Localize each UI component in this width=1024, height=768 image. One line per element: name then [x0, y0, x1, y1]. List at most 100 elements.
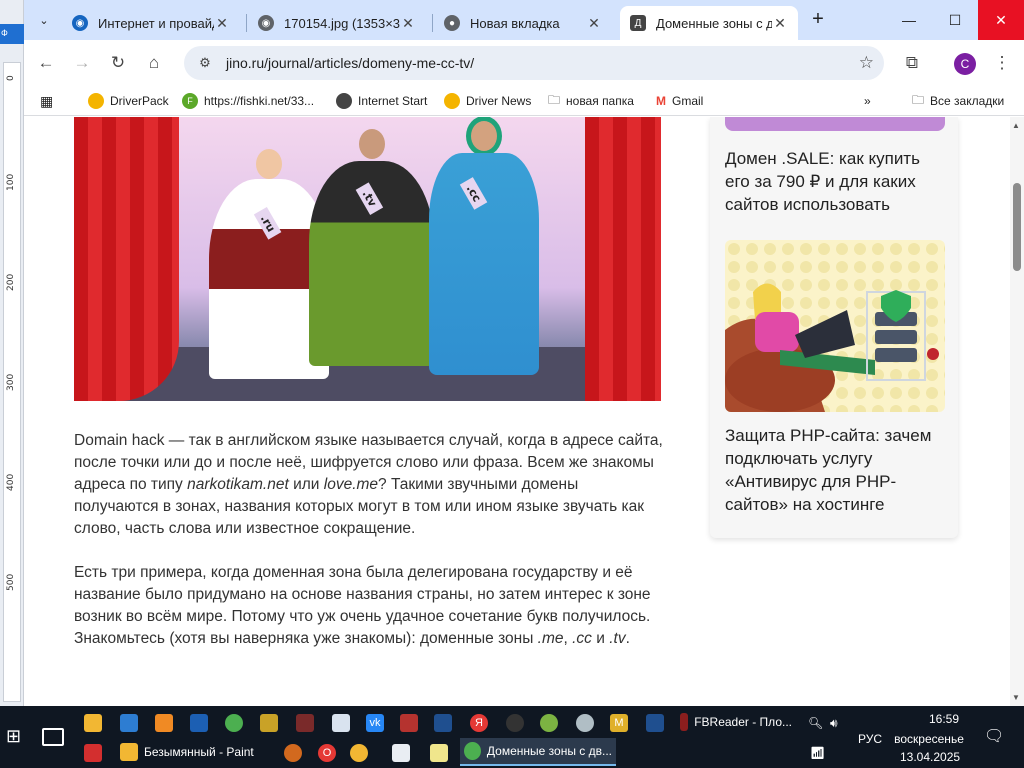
app-icon[interactable] — [392, 744, 410, 762]
ruler-mark: 0 — [6, 75, 16, 81]
tab-separator — [432, 14, 433, 32]
network-icon[interactable]: 📶︎ — [810, 746, 825, 760]
bookmarks-overflow-button[interactable]: » — [864, 91, 871, 111]
close-icon[interactable]: ✕ — [586, 15, 602, 32]
taskbar-app[interactable]: Безымянный - Paint — [116, 738, 266, 766]
bookmark-label: новая папка — [566, 94, 634, 108]
profile-avatar[interactable]: С — [954, 53, 976, 75]
domain-example: love.me — [323, 476, 379, 493]
close-window-button[interactable]: ✕ — [978, 0, 1024, 40]
clock-time[interactable]: 16:59 — [914, 712, 974, 726]
tab-search-button[interactable]: ⌄ — [32, 8, 56, 32]
bookmark-folder[interactable]: 🗀 новая папка — [548, 91, 634, 111]
all-bookmarks-folder[interactable]: 🗀 Все закладки — [912, 91, 1004, 111]
page-scrollbar[interactable]: ▲ ▼ — [1010, 117, 1024, 706]
maximize-button[interactable]: ☐ — [932, 0, 978, 40]
paint-file-tab[interactable]: Ф — [0, 24, 24, 44]
vk-icon[interactable]: vk — [366, 714, 384, 732]
language-indicator[interactable]: РУС — [858, 732, 882, 746]
scroll-up-icon[interactable]: ▲ — [1012, 121, 1020, 130]
opera-icon[interactable]: O — [318, 744, 336, 762]
app-icon[interactable] — [260, 714, 278, 732]
notepad-icon[interactable] — [430, 744, 448, 762]
close-icon[interactable]: ✕ — [214, 15, 230, 32]
figure-tv: .tv — [309, 121, 434, 381]
related-articles-sidebar: Домен .SALE: как купить его за 790 ₽ и д… — [710, 117, 958, 538]
site-info-icon[interactable]: ⚙ — [192, 55, 218, 71]
chrome-icon — [464, 742, 481, 760]
bookmark-item[interactable]: M Gmail — [656, 91, 703, 111]
tab-image[interactable]: ◉ 170154.jpg (1353×32 ✕ — [248, 6, 426, 40]
close-icon[interactable]: ✕ — [400, 15, 416, 32]
extensions-button[interactable]: ⧉ — [898, 49, 926, 77]
taskbar-app-active[interactable]: Доменные зоны с дв... — [460, 738, 616, 766]
minimize-button[interactable]: — — [886, 0, 932, 40]
related-article-link[interactable]: Защита PHP-сайта: зачем подключать услуг… — [725, 424, 945, 516]
figure-cc: .cc — [429, 117, 539, 381]
url-text[interactable]: jino.ru/journal/articles/domeny-me-cc-tv… — [226, 55, 474, 71]
clock-date[interactable]: 13.04.2025 — [900, 750, 960, 764]
address-bar[interactable]: ⚙ jino.ru/journal/articles/domeny-me-cc-… — [184, 46, 884, 80]
app-icon[interactable]: M — [610, 714, 628, 732]
apps-button[interactable]: ▦ — [40, 91, 53, 111]
app-icon[interactable] — [646, 714, 664, 732]
tab-internet[interactable]: ◉ Интернет и провайд ✕ — [62, 6, 240, 40]
yandex-icon[interactable]: Я — [470, 714, 488, 732]
bookmark-item[interactable]: Internet Start — [336, 91, 427, 111]
app-icon[interactable] — [84, 744, 102, 762]
app-icon[interactable] — [296, 714, 314, 732]
card-image[interactable] — [725, 240, 945, 412]
bookmark-item[interactable]: Driver News — [444, 91, 531, 111]
app-icon[interactable] — [190, 714, 208, 732]
taskbar-app[interactable]: FBReader - Пло... — [676, 708, 796, 736]
app-icon[interactable] — [506, 714, 524, 732]
windows-start-icon[interactable]: ⊞ — [6, 726, 28, 748]
app-icon[interactable] — [155, 714, 173, 732]
task-view-icon[interactable] — [42, 728, 64, 746]
driverpack-icon — [444, 93, 460, 109]
back-button[interactable]: ← — [32, 49, 60, 77]
tab-separator — [246, 14, 247, 32]
forward-button[interactable]: → — [68, 49, 96, 77]
bookmark-item[interactable]: DriverPack — [88, 91, 169, 111]
home-button[interactable]: ⌂ — [140, 49, 168, 77]
computer-icon[interactable] — [120, 714, 138, 732]
browser-window: ⌄ ◉ Интернет и провайд ✕ ◉ 170154.jpg (1… — [24, 0, 1024, 706]
chrome-icon[interactable] — [225, 714, 243, 732]
scroll-down-icon[interactable]: ▼ — [1012, 693, 1020, 702]
bookmark-star-icon[interactable]: ☆ — [859, 53, 874, 73]
bookmark-item[interactable]: F https://fishki.net/33... — [182, 91, 314, 111]
curtain-left — [74, 117, 179, 401]
calculator-icon[interactable] — [332, 714, 350, 732]
app-icon[interactable] — [284, 744, 302, 762]
tab-domain-zones[interactable]: Д Доменные зоны с до ✕ — [620, 6, 798, 40]
app-icon[interactable] — [434, 714, 452, 732]
paragraph-text: . — [625, 630, 630, 647]
paint-icon — [120, 743, 138, 761]
volume-icon[interactable]: 🔊︎ — [830, 716, 838, 731]
app-icon[interactable] — [400, 714, 418, 732]
card-image[interactable] — [725, 117, 945, 131]
menu-button[interactable]: ⋮ — [988, 49, 1016, 77]
app-icon[interactable] — [350, 744, 368, 762]
tab-strip: ⌄ ◉ Интернет и провайд ✕ ◉ 170154.jpg (1… — [24, 0, 1024, 40]
scrollbar-thumb[interactable] — [1013, 183, 1021, 271]
close-icon[interactable]: ✕ — [772, 15, 788, 32]
tab-new-tab[interactable]: ● Новая вкладка ✕ — [434, 6, 612, 40]
paint-window-edge: Ф 0 100 200 300 400 500 — [0, 0, 24, 706]
search-icon[interactable]: 🔍︎ — [808, 716, 823, 730]
reload-button[interactable]: ↻ — [104, 49, 132, 77]
file-explorer-icon[interactable] — [84, 714, 102, 732]
new-tab-button[interactable]: + — [806, 8, 830, 32]
clock-day[interactable]: воскресенье — [890, 732, 968, 746]
app-icon[interactable] — [540, 714, 558, 732]
related-article-link[interactable]: Домен .SALE: как купить его за 790 ₽ и д… — [725, 147, 945, 216]
ruler-mark: 400 — [6, 473, 16, 491]
paragraph-text: или — [288, 476, 324, 493]
d-icon: Д — [630, 15, 646, 31]
taskbar-app-label: Доменные зоны с дв... — [486, 744, 612, 758]
page-content: .ru .tv .cc Domain hack — так в английск… — [24, 117, 1024, 706]
notifications-icon[interactable]: 🗨︎ — [984, 726, 1004, 746]
app-icon[interactable] — [576, 714, 594, 732]
php-security-illustration — [725, 240, 945, 412]
